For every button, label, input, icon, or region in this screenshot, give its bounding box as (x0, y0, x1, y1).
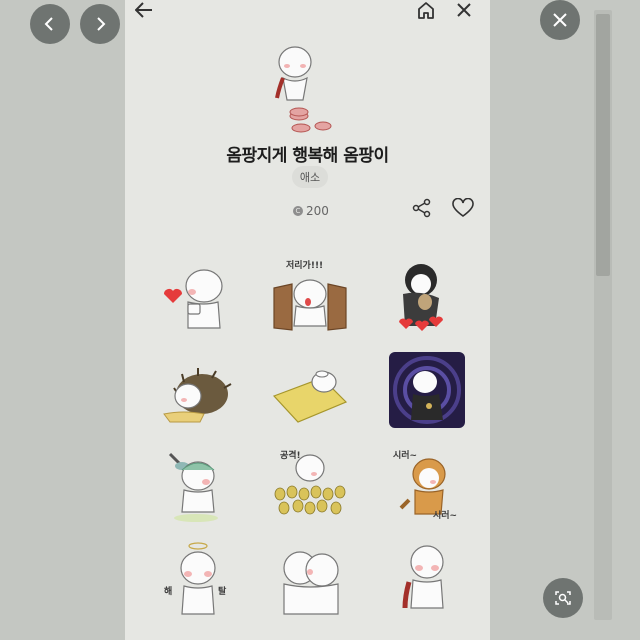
price-value: 200 (306, 204, 329, 218)
viewer-close-button[interactable] (540, 0, 580, 40)
home-icon[interactable] (415, 0, 437, 20)
prev-button[interactable] (30, 4, 70, 44)
sticker-02-caption: 저리가!!! (286, 261, 324, 271)
heart-icon[interactable] (452, 197, 474, 222)
sticker-05[interactable] (270, 352, 350, 432)
back-arrow-icon[interactable] (133, 0, 155, 20)
chevron-left-icon (44, 17, 53, 31)
sticker-03[interactable] (387, 258, 467, 338)
sticker-10[interactable]: 해 탈 (158, 540, 238, 620)
sticker-10-caption-left: 해 (164, 587, 173, 597)
chevron-right-icon (97, 17, 106, 31)
next-button[interactable] (80, 4, 120, 44)
sticker-09[interactable]: 시러~ 시러~ (387, 446, 467, 526)
sticker-09-caption-bottom: 시러~ (433, 511, 458, 521)
sticker-04[interactable] (158, 352, 238, 432)
sticker-06[interactable] (387, 352, 467, 432)
sticker-10-caption-right: 탈 (218, 587, 227, 597)
pack-cover-image (265, 42, 345, 134)
sticker-01[interactable] (158, 258, 238, 338)
author-chip[interactable]: 애소 (292, 166, 328, 188)
scrollbar-thumb[interactable] (596, 14, 610, 276)
close-icon (553, 13, 567, 27)
sticker-02[interactable]: 저리가!!! (270, 258, 350, 338)
image-search-icon (555, 591, 571, 605)
left-backdrop (0, 0, 125, 640)
share-icon[interactable] (412, 198, 432, 222)
sticker-09-caption-top: 시러~ (393, 451, 418, 461)
sticker-11[interactable] (270, 540, 350, 620)
sticker-08-caption: 공격! (280, 451, 301, 461)
sticker-08[interactable]: 공격! (270, 446, 350, 526)
close-icon[interactable] (453, 0, 475, 20)
sticker-detail-page: 옴팡지게 행복해 옴팡이 애소 C 200 저리가!!! 공격! 시러~ 시러~… (125, 0, 490, 640)
coin-icon: C (293, 206, 303, 216)
sticker-12[interactable] (387, 540, 467, 620)
sticker-07[interactable] (158, 446, 238, 526)
image-search-button[interactable] (543, 578, 583, 618)
pack-title: 옴팡지게 행복해 옴팡이 (226, 146, 389, 166)
price: C 200 (293, 204, 329, 218)
right-backdrop (490, 0, 640, 640)
